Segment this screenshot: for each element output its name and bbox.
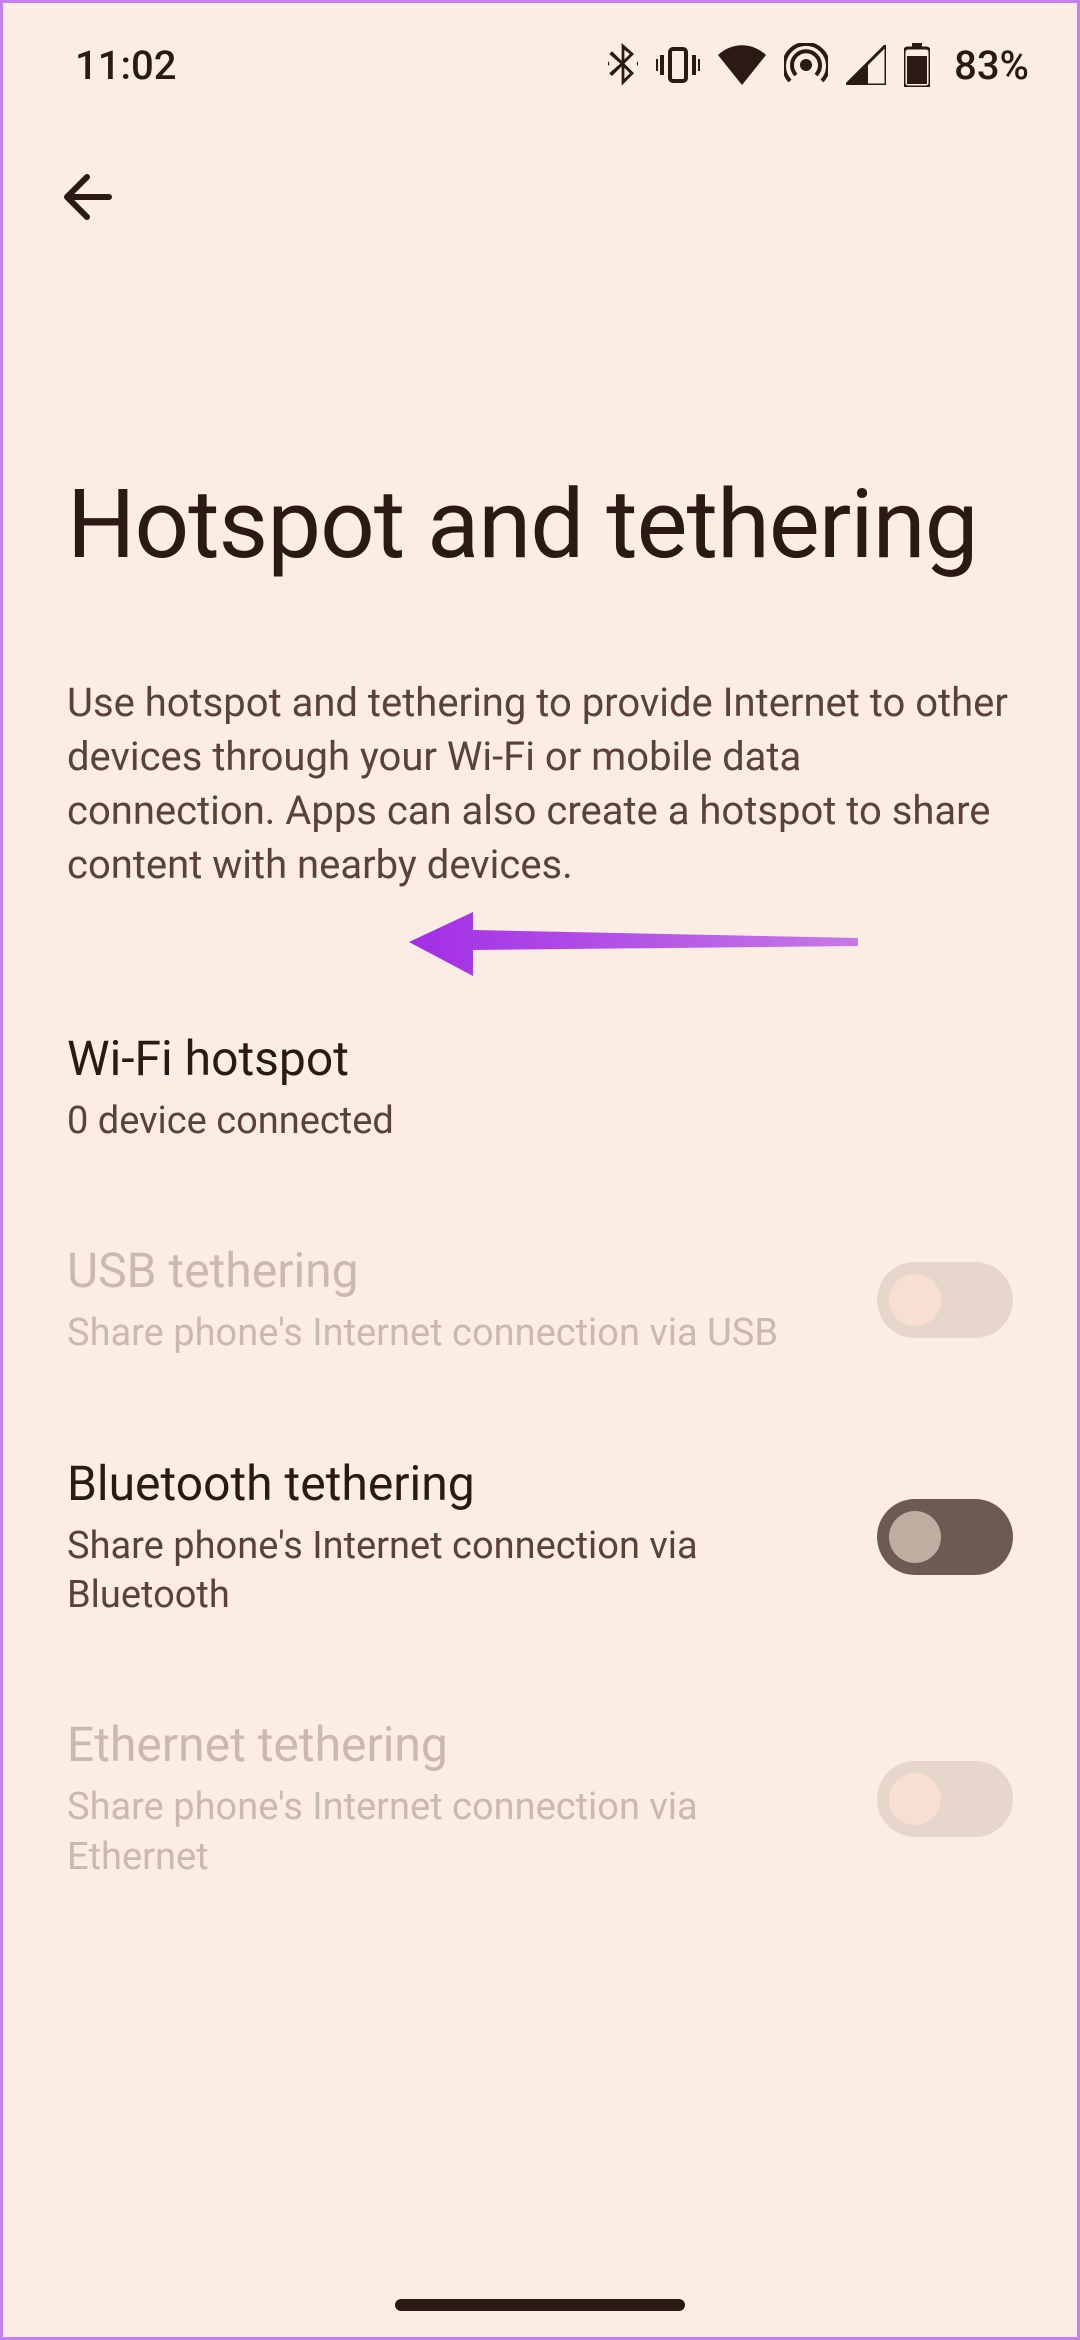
setting-title: Ethernet tethering [67,1716,847,1773]
setting-title: Wi-Fi hotspot [67,1030,983,1087]
setting-wifi-hotspot[interactable]: Wi-Fi hotspot 0 device connected [67,982,1013,1194]
setting-subtitle: Share phone's Internet connection via US… [67,1309,847,1358]
page-description: Use hotspot and tethering to provide Int… [3,576,1077,892]
back-button[interactable] [51,163,123,235]
status-icons: 83% [608,42,1029,89]
setting-usb-tethering: USB tethering Share phone's Internet con… [67,1194,1013,1406]
arrow-left-icon [59,169,115,229]
status-bar: 11:02 83% [3,3,1077,103]
hotspot-icon [784,43,828,87]
bluetooth-icon [608,43,638,87]
setting-subtitle: 0 device connected [67,1097,983,1146]
battery-icon [904,43,930,87]
vibrate-icon [656,45,700,85]
signal-icon [846,45,886,85]
usb-tethering-switch [877,1262,1013,1338]
settings-list: Wi-Fi hotspot 0 device connected USB tet… [3,892,1077,1930]
ethernet-tethering-switch [877,1761,1013,1837]
bluetooth-tethering-switch[interactable] [877,1499,1013,1575]
status-time: 11:02 [75,42,176,89]
setting-bluetooth-tethering[interactable]: Bluetooth tethering Share phone's Intern… [67,1407,1013,1669]
page-title: Hotspot and tethering [3,235,1077,576]
nav-handle[interactable] [395,2299,685,2311]
setting-subtitle: Share phone's Internet connection via Et… [67,1783,847,1882]
battery-percent: 83% [954,42,1029,89]
setting-title: USB tethering [67,1242,847,1299]
wifi-icon [718,45,766,85]
setting-ethernet-tethering: Ethernet tethering Share phone's Interne… [67,1668,1013,1930]
setting-subtitle: Share phone's Internet connection via Bl… [67,1522,847,1621]
setting-title: Bluetooth tethering [67,1455,847,1512]
